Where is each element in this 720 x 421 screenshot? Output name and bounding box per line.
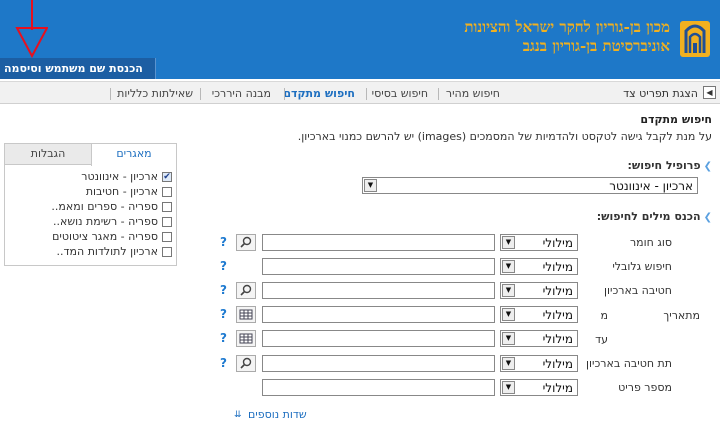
row-label-material-type: סוג חומר <box>629 236 672 249</box>
keywords-heading: ❯הכנס מילים לחיפוש: <box>596 210 712 223</box>
header-banner: מכון בן-גוריון לחקר ישראל והציונות אוניב… <box>0 0 720 79</box>
tab-limits[interactable]: הגבלות <box>5 144 91 165</box>
checkbox[interactable] <box>162 247 172 257</box>
checkbox[interactable] <box>162 202 172 212</box>
global-search-input[interactable] <box>262 258 495 275</box>
database-item[interactable]: ספריה - רשימת נושא.. <box>7 215 172 230</box>
database-item[interactable]: ספריה - ספרים ומאמ.. <box>7 200 172 215</box>
operator-select[interactable]: ▼ מילולי <box>500 234 578 251</box>
checkbox[interactable] <box>162 232 172 242</box>
nav-separator <box>366 88 367 100</box>
search-icon[interactable] <box>236 282 256 299</box>
nav-separator <box>200 88 201 100</box>
checkbox-checked[interactable]: ✔ <box>162 172 172 182</box>
nav-separator <box>110 88 111 100</box>
material-type-input[interactable] <box>262 234 495 251</box>
operator-select[interactable]: ▼ מילולי <box>500 355 578 372</box>
help-icon[interactable]: ? <box>220 356 227 370</box>
date-from-input[interactable] <box>262 306 495 323</box>
help-icon[interactable]: ? <box>220 283 227 297</box>
help-icon[interactable]: ? <box>220 259 227 273</box>
panel-tabs: הגבלות מאגרים <box>5 144 176 166</box>
institute-logo <box>680 21 710 57</box>
login-tab-label: הכנסת שם משתמש וסיסמה <box>4 62 143 75</box>
row-label-sub-division: תת חטיבה בארכיון <box>586 357 672 370</box>
nav-separator <box>438 88 439 100</box>
row-label-global-search: חיפוש גלובלי <box>612 260 672 273</box>
more-fields-link[interactable]: שדות נוספים <box>248 408 307 421</box>
operator-select[interactable]: ▼ מילולי <box>500 330 578 347</box>
university-name: אוניברסיטת בן-גוריון בנגב <box>522 37 670 55</box>
nav-hierarchy[interactable]: מבנה היררכי <box>212 87 271 100</box>
calendar-icon[interactable] <box>236 306 256 323</box>
dropdown-arrow-icon: ▼ <box>502 357 515 370</box>
search-icon[interactable] <box>236 234 256 251</box>
database-item[interactable]: ✔ ארכיון - אינוונטר <box>7 170 172 185</box>
chevron-icon: ❯ <box>703 212 712 223</box>
chevron-icon: ❯ <box>703 161 712 172</box>
database-item[interactable]: ספריה - מאגר ציטוטים <box>7 230 172 245</box>
dropdown-arrow-icon: ▼ <box>502 236 515 249</box>
dropdown-arrow-icon: ▼ <box>502 381 515 394</box>
help-icon[interactable]: ? <box>220 307 227 321</box>
search-profile-select[interactable]: ▼ ארכיון - אינוונטר <box>362 177 698 194</box>
date-to-input[interactable] <box>262 330 495 347</box>
institution-name: מכון בן-גוריון לחקר ישראל והציונות <box>464 18 670 36</box>
nav-quick-search[interactable]: חיפוש מהיר <box>446 87 500 100</box>
archive-division-input[interactable] <box>262 282 495 299</box>
row-sublabel-to: עד <box>595 333 608 346</box>
row-sublabel-from: מ <box>600 309 608 322</box>
tab-databases[interactable]: מאגרים <box>91 144 176 166</box>
nav-bar: ◀ הצגת תפריט צד חיפוש מהיר חיפוש בסיסי ח… <box>0 81 720 104</box>
page-description: על מנת לקבל גישה לטקסט ולהדמיות של המסמכ… <box>297 130 712 143</box>
database-item[interactable]: ארכיון - חטיבות <box>7 185 172 200</box>
sub-division-input[interactable] <box>262 355 495 372</box>
nav-separator <box>284 88 285 100</box>
page-title: חיפוש מתקדם <box>640 113 712 126</box>
dropdown-arrow-icon: ▼ <box>502 284 515 297</box>
row-label-archive-division: חטיבה בארכיון <box>603 284 672 297</box>
dropdown-arrow-icon: ▼ <box>502 308 515 321</box>
nav-general-queries[interactable]: שאילתות כלליות <box>117 87 193 100</box>
item-number-input[interactable] <box>262 379 495 396</box>
operator-select[interactable]: ▼ מילולי <box>500 258 578 275</box>
nav-advanced-search[interactable]: חיפוש מתקדם <box>283 87 355 100</box>
help-icon[interactable]: ? <box>220 235 227 249</box>
dropdown-arrow-icon: ▼ <box>364 179 377 192</box>
checkbox[interactable] <box>162 217 172 227</box>
database-item[interactable]: ארכיון לתולדות המד.. <box>7 245 172 260</box>
database-panel: הגבלות מאגרים ✔ ארכיון - אינוונטר ארכיון… <box>4 143 177 266</box>
red-arrow-icon <box>15 0 48 58</box>
operator-select[interactable]: ▼ מילולי <box>500 379 578 396</box>
login-tab[interactable]: הכנסת שם משתמש וסיסמה <box>0 58 156 79</box>
row-label-item-number: מספר פריט <box>618 381 672 394</box>
help-icon[interactable]: ? <box>220 331 227 345</box>
chevron-down-icon[interactable]: ⇊ <box>234 410 242 420</box>
dropdown-arrow-icon: ▼ <box>502 332 515 345</box>
search-profile-heading: ❯פרופיל חיפוש: <box>627 159 712 172</box>
nav-basic-search[interactable]: חיפוש בסיסי <box>372 87 428 100</box>
search-icon[interactable] <box>236 355 256 372</box>
row-label-date-from: מתאריך <box>663 309 700 322</box>
chevron-left-icon[interactable]: ◀ <box>703 86 716 99</box>
show-side-menu-link[interactable]: הצגת תפריט צד <box>623 87 698 100</box>
dropdown-arrow-icon: ▼ <box>502 260 515 273</box>
operator-select[interactable]: ▼ מילולי <box>500 306 578 323</box>
operator-select[interactable]: ▼ מילולי <box>500 282 578 299</box>
calendar-icon[interactable] <box>236 330 256 347</box>
checkbox[interactable] <box>162 187 172 197</box>
